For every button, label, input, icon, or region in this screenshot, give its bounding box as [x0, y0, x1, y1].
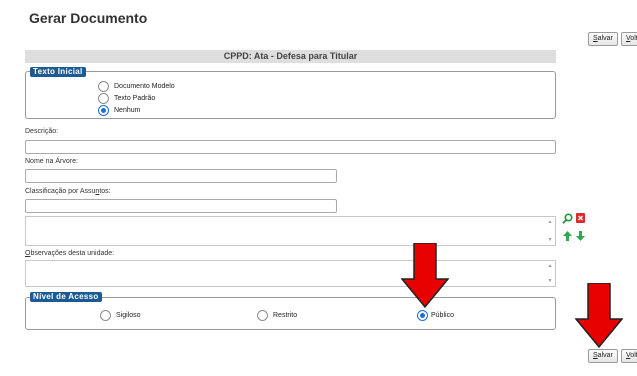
nome-arvore-label: Nome na Árvore: [25, 158, 78, 165]
radio-sigiloso-label: Sigiloso [116, 312, 141, 319]
document-type-bar: CPPD: Ata - Defesa para Titular [25, 50, 556, 63]
observacoes-label: Observações desta unidade: [25, 250, 114, 257]
save-label-top: alvar [597, 35, 613, 42]
search-icon[interactable] [562, 213, 573, 224]
move-up-icon[interactable] [563, 231, 572, 241]
radio-nenhum-label: Nenhum [114, 107, 141, 114]
descricao-input[interactable] [25, 140, 556, 154]
save-button-top[interactable]: Salvar [588, 32, 618, 46]
radio-restrito[interactable] [257, 310, 268, 321]
observacoes-scrollbar[interactable]: ▲ ▼ [546, 262, 554, 285]
back-label-top: olt [630, 35, 637, 42]
observacoes-label-rest: bservações desta unidade: [30, 250, 115, 257]
obs-scroll-up-icon[interactable]: ▲ [546, 263, 554, 269]
back-button-bottom[interactable]: Volt [621, 349, 637, 363]
radio-documento-modelo[interactable] [98, 81, 109, 92]
remove-icon[interactable] [576, 213, 585, 223]
radio-documento-modelo-label: Documento Modelo [114, 83, 175, 90]
scroll-up-icon[interactable]: ▲ [546, 219, 554, 225]
radio-texto-padrao[interactable] [98, 93, 109, 104]
back-label-bottom: olt [630, 352, 637, 359]
obs-scroll-down-icon[interactable]: ▼ [546, 278, 554, 284]
move-down-icon[interactable] [576, 231, 585, 241]
page-title: Gerar Documento [29, 10, 148, 26]
radio-sigiloso[interactable] [100, 310, 111, 321]
back-button-top[interactable]: Volt [621, 32, 637, 46]
radio-restrito-label: Restrito [273, 312, 298, 319]
scroll-down-icon[interactable]: ▼ [546, 237, 554, 243]
red-arrow-down-icon [401, 243, 449, 309]
radio-texto-padrao-label: Texto Padrão [114, 95, 156, 102]
red-arrow-down-icon [575, 283, 623, 349]
save-label-bottom: alvar [597, 352, 613, 359]
texto-inicial-legend: Texto Inicial [30, 67, 86, 77]
classificacao-list[interactable]: ▲ ▼ [25, 216, 556, 246]
nome-arvore-input[interactable] [25, 169, 337, 183]
descricao-label: Descrição: [25, 128, 59, 135]
classificacao-list-scrollbar[interactable]: ▲ ▼ [546, 218, 554, 244]
classificacao-label: Classificação por Assuntos: [25, 188, 111, 195]
save-button-bottom[interactable]: Salvar [588, 349, 618, 363]
observacoes-textarea[interactable]: ▲ ▼ [25, 260, 556, 287]
classificacao-label-pre: Classificação por Assu [25, 188, 96, 195]
radio-publico[interactable] [417, 310, 428, 321]
nivel-acesso-legend: Nível de Acesso [30, 292, 102, 302]
radio-publico-label: Público [431, 312, 454, 319]
radio-nenhum[interactable] [98, 105, 109, 116]
classificacao-input[interactable] [25, 199, 337, 213]
classificacao-label-post: tos: [99, 188, 111, 195]
